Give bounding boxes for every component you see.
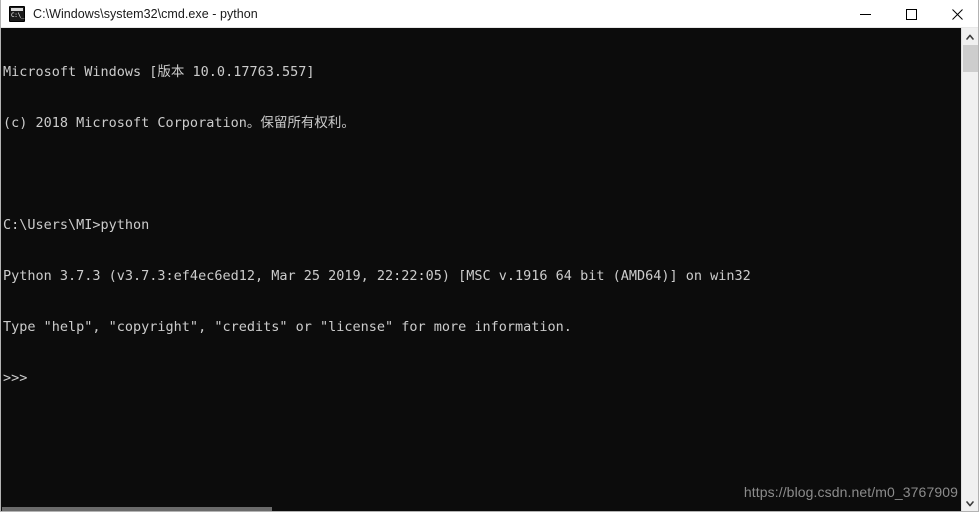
close-icon <box>951 8 963 20</box>
cmd-window: C:\Windows\system32\cmd.exe - python <box>0 0 979 512</box>
console-line: Microsoft Windows [版本 10.0.17763.557] <box>3 64 315 80</box>
console-line: Python 3.7.3 (v3.7.3:ef4ec6ed12, Mar 25 … <box>3 268 751 284</box>
console-line: C:\Users\MI>python <box>3 217 150 233</box>
title-bar[interactable]: C:\Windows\system32\cmd.exe - python <box>1 0 978 28</box>
close-button[interactable] <box>934 0 978 28</box>
minimize-icon <box>859 13 871 15</box>
console-output-area[interactable]: Microsoft Windows [版本 10.0.17763.557] (c… <box>1 28 978 511</box>
cmd-console-icon <box>9 5 25 22</box>
vertical-scrollbar-thumb[interactable] <box>963 45 978 72</box>
chevron-down-icon <box>966 500 974 506</box>
horizontal-scrollbar[interactable] <box>1 506 963 511</box>
window-controls <box>842 0 978 28</box>
chevron-up-icon <box>966 34 974 40</box>
maximize-icon <box>905 8 917 20</box>
scroll-down-button[interactable] <box>962 495 978 511</box>
window-title: C:\Windows\system32\cmd.exe - python <box>33 6 258 21</box>
console-text: Microsoft Windows [版本 10.0.17763.557] (c… <box>3 30 960 421</box>
horizontal-scrollbar-thumb[interactable] <box>2 507 272 511</box>
maximize-button[interactable] <box>888 0 934 28</box>
vertical-scrollbar[interactable] <box>961 28 978 511</box>
watermark-text: https://blog.csdn.net/m0_3767909 <box>743 484 958 500</box>
console-line: Type "help", "copyright", "credits" or "… <box>3 319 572 335</box>
minimize-button[interactable] <box>842 0 888 28</box>
console-prompt-line[interactable]: >>> <box>3 370 960 387</box>
scroll-up-button[interactable] <box>962 28 978 45</box>
console-line: (c) 2018 Microsoft Corporation。保留所有权利。 <box>3 115 355 131</box>
